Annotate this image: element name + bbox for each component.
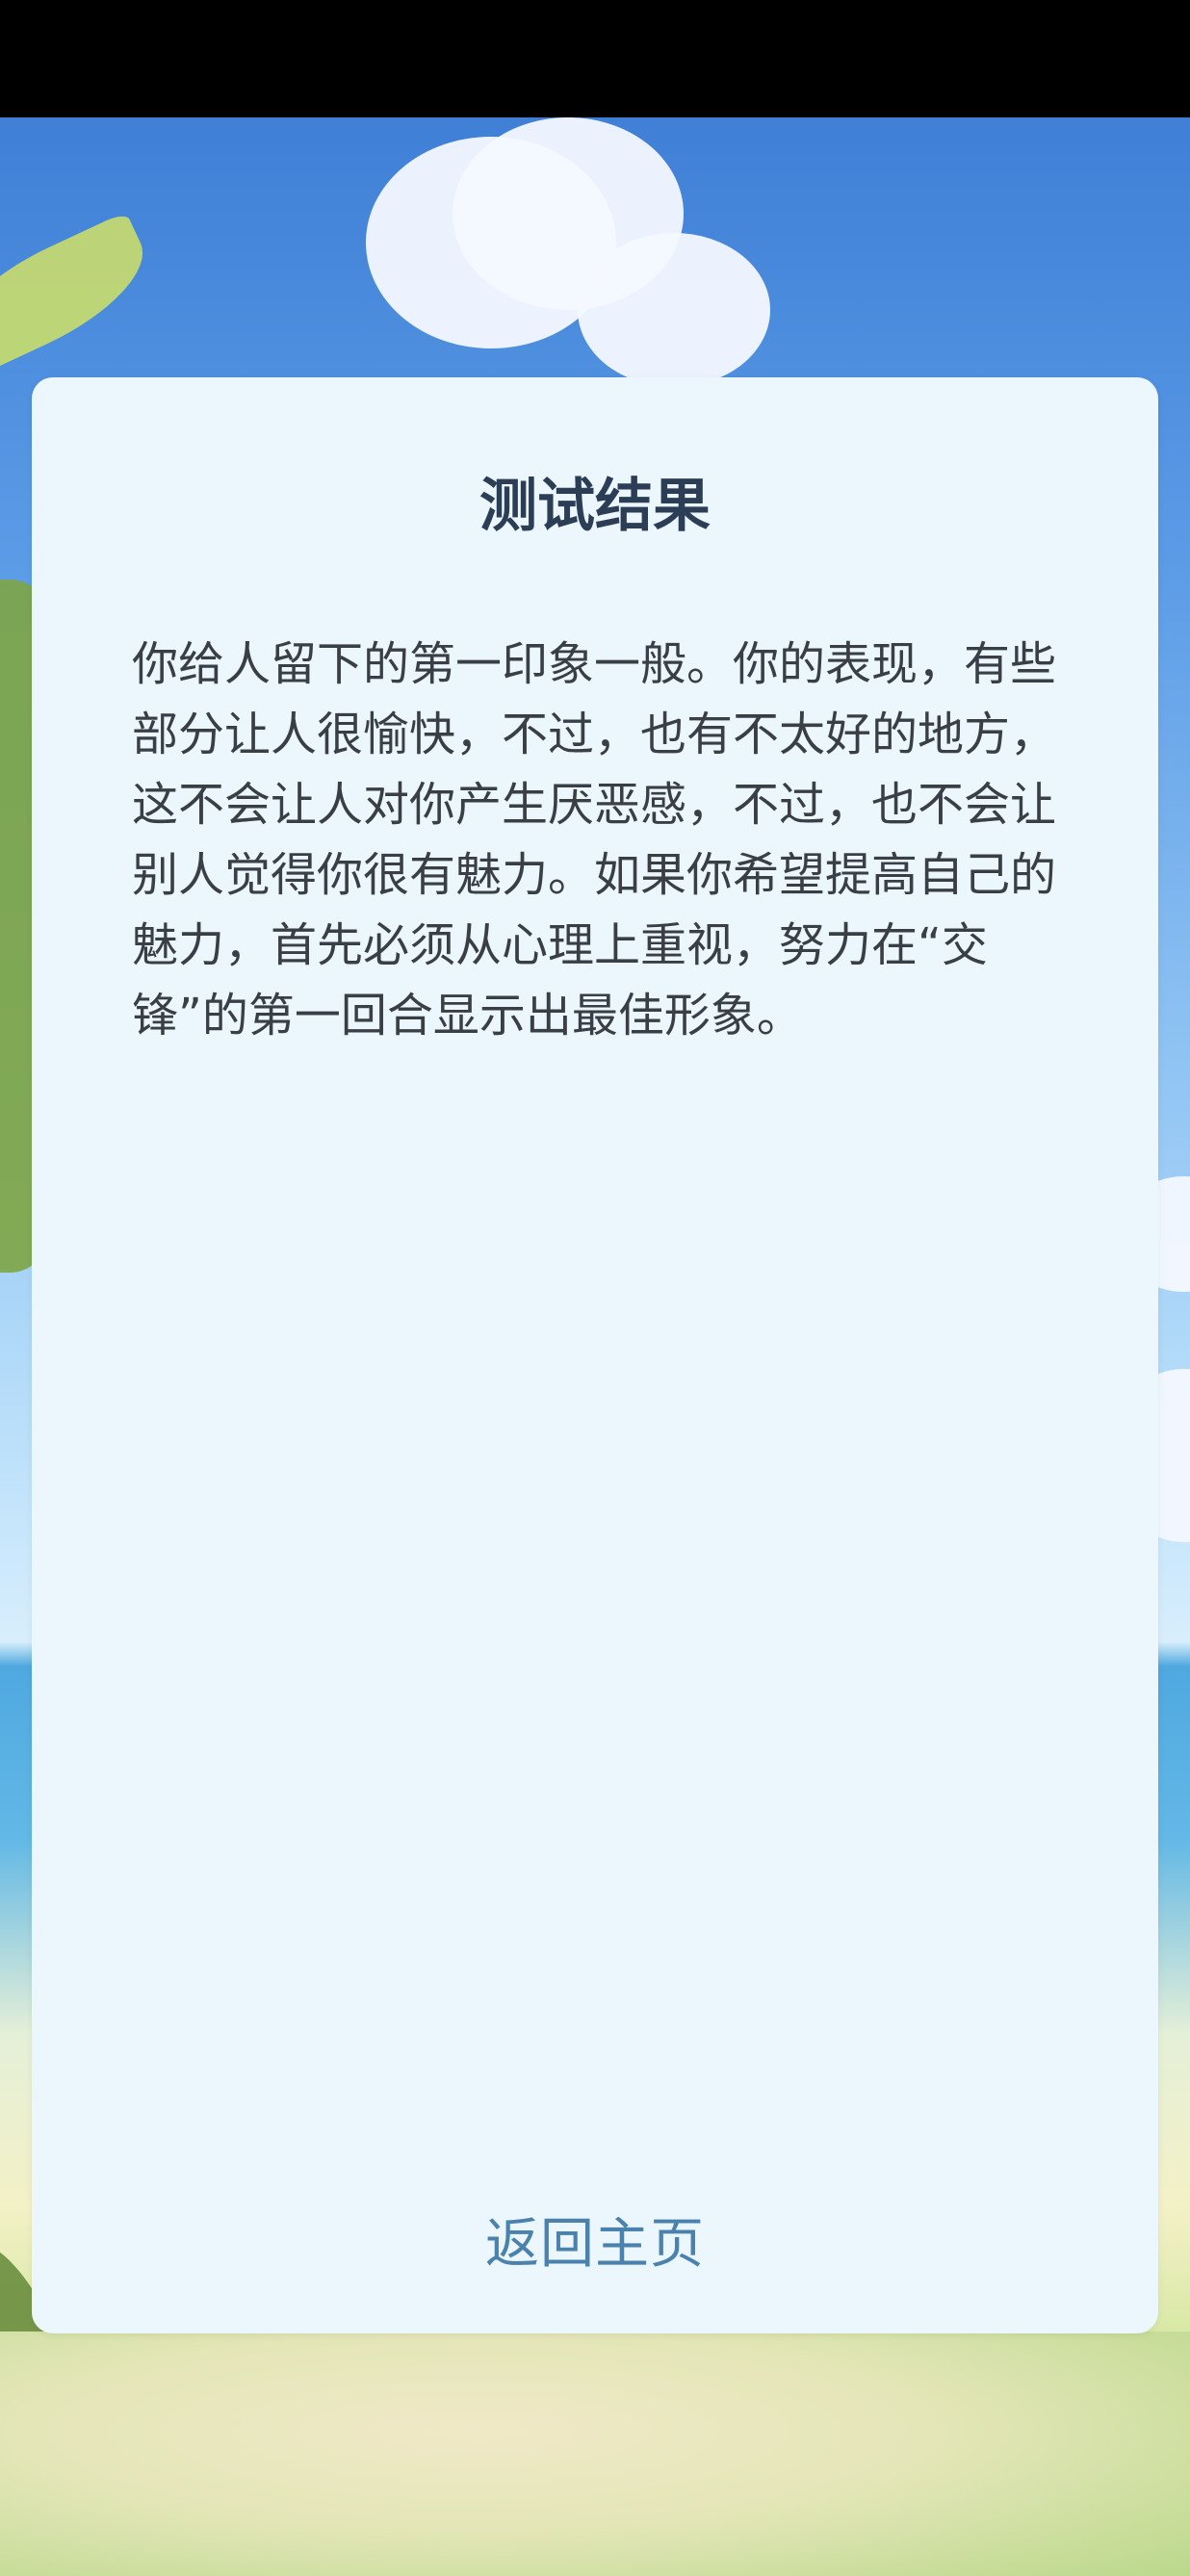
app-screen: 测试结果 你给人留下的第一印象一般。你的表现，有些部分让人很愉快，不过，也有不太… — [0, 0, 1190, 2576]
result-card: 测试结果 你给人留下的第一印象一般。你的表现，有些部分让人很愉快，不过，也有不太… — [32, 377, 1158, 2333]
beach-shape — [0, 2331, 1190, 2576]
leaf-shape — [0, 211, 163, 380]
result-description: 你给人留下的第一印象一般。你的表现，有些部分让人很愉快，不过，也有不太好的地方，… — [132, 637, 1057, 1043]
result-title: 测试结果 — [479, 473, 711, 540]
status-bar — [0, 0, 1190, 117]
back-home-button[interactable]: 返回主页 — [32, 2218, 1158, 2272]
cloud-shape — [578, 233, 770, 387]
